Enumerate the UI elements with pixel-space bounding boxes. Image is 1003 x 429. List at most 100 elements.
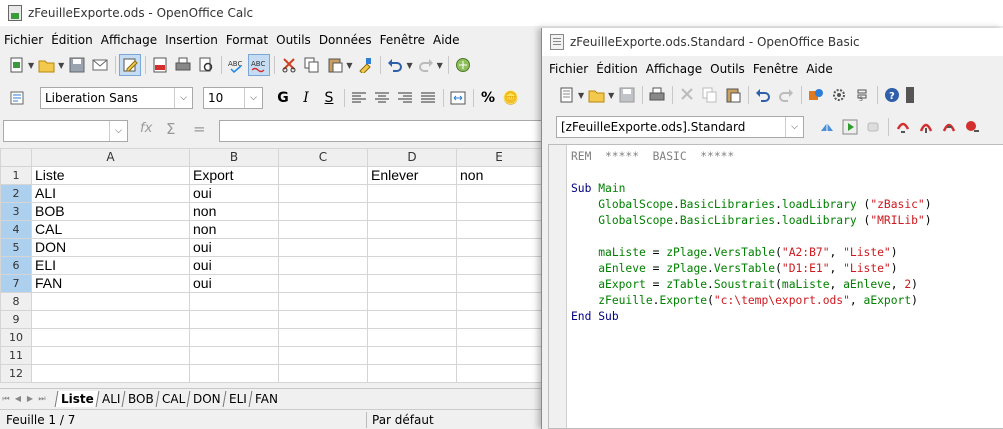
font-size-combo[interactable]: 10 ⌵ [203,87,263,109]
row-header[interactable]: 10 [0,328,32,347]
justify-icon[interactable] [417,87,439,109]
cell[interactable] [367,184,457,203]
calc-menu-item[interactable]: Insertion [161,33,222,47]
function-wizard-icon[interactable]: fx [140,121,152,136]
library-selector[interactable]: [zFeuilleExporte.ods].Standard ⌵ [556,116,804,138]
calc-menu-item[interactable]: Affichage [97,33,161,47]
cell[interactable] [278,328,368,347]
column-header[interactable]: C [278,148,368,167]
percent-icon[interactable]: % [477,87,499,109]
object-catalog-icon[interactable] [805,84,827,106]
cell[interactable] [278,202,368,221]
last-sheet-icon[interactable]: ⏭ [36,394,48,404]
first-sheet-icon[interactable]: ⏮ [0,394,12,404]
cell[interactable] [456,328,542,347]
cell[interactable] [367,238,457,257]
autospellcheck-icon[interactable]: ABC [248,54,271,76]
bold-icon[interactable]: G [272,87,294,109]
basic-menu-item[interactable]: Outils [706,62,749,76]
stop-icon[interactable] [862,116,884,138]
column-header[interactable]: E [456,148,542,167]
cell[interactable] [456,202,542,221]
copy-icon[interactable] [301,54,323,76]
function-icon[interactable]: = [193,120,206,138]
cell[interactable] [31,364,190,383]
spellcheck-icon[interactable]: ABC [225,54,247,76]
column-header[interactable]: A [31,148,190,167]
cell[interactable] [367,202,457,221]
cell[interactable] [31,328,190,347]
cell[interactable] [278,184,368,203]
cell[interactable]: non [456,166,542,185]
select-all-corner[interactable] [0,148,32,167]
sheet-tab[interactable]: CAL [155,390,191,407]
name-box[interactable]: ⌵ [3,120,128,142]
cell[interactable] [456,274,542,293]
italic-icon[interactable]: I [295,87,317,109]
cell[interactable] [367,346,457,365]
next-sheet-icon[interactable]: ▶ [24,394,36,403]
step-over-icon[interactable] [915,116,937,138]
cell[interactable]: oui [189,274,279,293]
basic-menu-item[interactable]: Aide [802,62,837,76]
row-header[interactable]: 6 [0,256,32,275]
cell[interactable] [456,256,542,275]
cell[interactable] [31,292,190,311]
cell[interactable] [367,220,457,239]
row-header[interactable]: 9 [0,310,32,329]
cell[interactable] [367,256,457,275]
merge-cells-icon[interactable] [447,87,469,109]
calc-menu-item[interactable]: Fenêtre [376,33,429,47]
cell[interactable] [189,310,279,329]
row-header[interactable]: 4 [0,220,32,239]
cell[interactable] [278,220,368,239]
cell[interactable] [367,310,457,329]
copy-icon[interactable] [699,84,721,106]
cell[interactable] [278,238,368,257]
edit-file-icon[interactable] [119,54,142,76]
cell[interactable]: Enlever [367,166,457,185]
redo-icon[interactable] [775,84,797,106]
cell[interactable] [367,292,457,311]
formula-input[interactable] [219,120,549,142]
cell[interactable] [367,364,457,383]
cell[interactable] [456,292,542,311]
save-icon[interactable] [66,54,88,76]
open-folder-icon[interactable] [586,84,608,106]
row-header[interactable]: 12 [0,364,32,383]
font-name-combo[interactable]: Liberation Sans ⌵ [40,87,193,109]
cell[interactable]: oui [189,184,279,203]
save-icon[interactable] [616,84,638,106]
cell[interactable] [189,364,279,383]
row-header[interactable]: 3 [0,202,32,221]
cell[interactable]: DON [31,238,190,257]
chevron-down-icon[interactable]: ⌵ [785,117,803,137]
new-document-icon[interactable] [556,84,578,106]
sheet-tab[interactable]: Liste [54,390,100,407]
cell[interactable] [278,166,368,185]
row-header[interactable]: 8 [0,292,32,311]
cell[interactable] [31,310,190,329]
modules-icon[interactable]: S [851,84,873,106]
cell[interactable] [367,274,457,293]
cell[interactable]: CAL [31,220,190,239]
clone-formatting-icon[interactable] [354,54,376,76]
cell[interactable]: oui [189,238,279,257]
cell[interactable]: FAN [31,274,190,293]
calc-menu-item[interactable]: Données [315,33,376,47]
new-document-icon[interactable] [6,54,28,76]
export-pdf-icon[interactable] [149,54,171,76]
code-editor[interactable]: REM ***** BASIC ***** Sub Main GlobalSco… [548,144,1003,429]
cell[interactable]: non [189,220,279,239]
basic-menu-item[interactable]: Édition [592,62,642,76]
cell[interactable] [456,364,542,383]
styles-icon[interactable] [6,87,28,109]
step-into-icon[interactable] [892,116,914,138]
navigator-icon[interactable] [452,54,474,76]
print-icon[interactable] [646,84,668,106]
align-center-icon[interactable] [371,87,393,109]
cell[interactable] [278,256,368,275]
help-icon[interactable]: ? [881,84,903,106]
open-folder-icon[interactable] [36,54,58,76]
cell[interactable] [456,220,542,239]
